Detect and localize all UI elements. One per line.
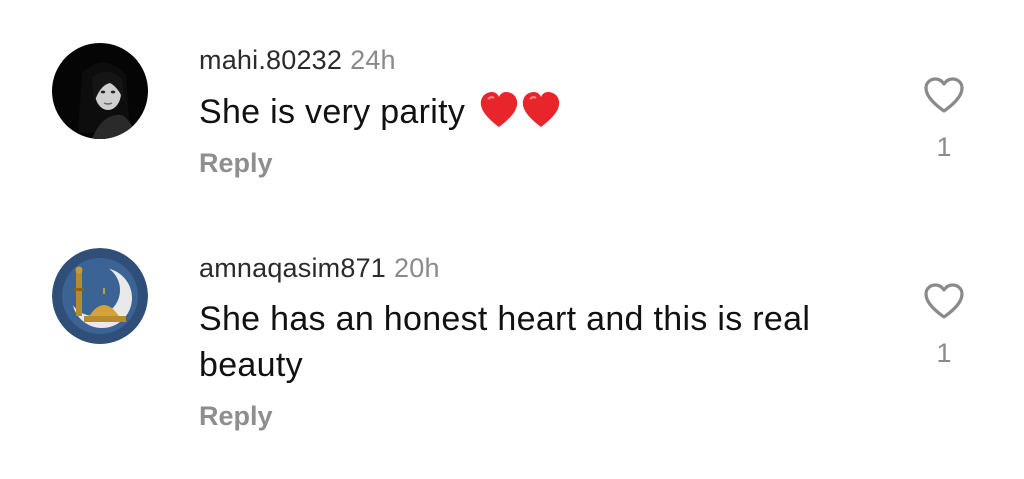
red-heart-icon <box>522 92 560 127</box>
avatar-photo-icon <box>52 43 148 139</box>
comment-text: She is very parity <box>199 89 839 135</box>
heart-outline-icon[interactable] <box>923 76 965 114</box>
heart-outline-icon[interactable] <box>923 282 965 320</box>
reply-button[interactable]: Reply <box>199 148 273 179</box>
comment-text: She has an honest heart and this is real… <box>199 300 811 384</box>
like-count: 1 <box>936 338 952 368</box>
comment-time: 24h <box>350 45 396 75</box>
mosque-crescent-icon <box>52 248 148 344</box>
comment-body: She is very parity <box>199 93 466 131</box>
username[interactable]: mahi.80232 <box>199 45 342 75</box>
avatar[interactable] <box>52 248 148 344</box>
username[interactable]: amnaqasim871 <box>199 253 386 283</box>
like-count: 1 <box>936 132 952 162</box>
comment-username-line[interactable]: amnaqasim871 20h <box>199 253 440 284</box>
avatar[interactable] <box>52 43 148 139</box>
comment-username-line[interactable]: mahi.80232 24h <box>199 45 396 76</box>
comments-page: mahi.80232 24h She is very parity Reply 1 <box>0 0 1024 479</box>
comment-time: 20h <box>394 253 440 283</box>
red-heart-icon <box>480 92 518 127</box>
reply-button[interactable]: Reply <box>199 401 273 432</box>
